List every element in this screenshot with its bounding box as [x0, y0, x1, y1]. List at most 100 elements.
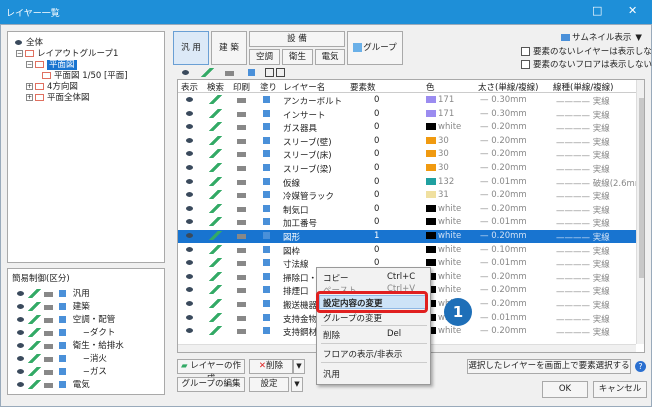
show-toggle[interactable]	[183, 108, 197, 119]
eye-icon[interactable]	[14, 328, 27, 337]
simple-item[interactable]: 汎用	[14, 287, 90, 299]
show-toggle[interactable]	[183, 190, 197, 200]
fill-icon[interactable]	[56, 328, 69, 337]
show-toggle[interactable]	[183, 258, 197, 268]
fill-toggle[interactable]	[260, 95, 274, 105]
search-toggle[interactable]	[209, 258, 223, 268]
tree-whole-plan[interactable]: + 平面全体図	[26, 91, 90, 103]
expand-all-icon[interactable]	[264, 68, 274, 77]
menu-item-floor-toggle[interactable]: フロアの表示/非表示	[323, 348, 402, 360]
print-toggle[interactable]	[235, 135, 249, 146]
search-toggle[interactable]	[209, 108, 223, 119]
table-row[interactable]: スリーブ(床) 0 30 — 0.20mm ———— 実線	[178, 148, 636, 161]
fill-toggle[interactable]	[260, 244, 274, 255]
settings-dropdown[interactable]: ▼	[291, 377, 303, 392]
menu-item-delete[interactable]: 削除 Del	[323, 329, 401, 341]
search-toggle[interactable]	[209, 95, 223, 105]
show-toggle[interactable]	[183, 231, 197, 241]
eye-icon[interactable]	[14, 302, 27, 311]
table-row[interactable]: 制気口 0 white — 0.20mm ———— 実線	[178, 203, 636, 216]
eye-icon[interactable]	[14, 380, 27, 389]
fill-icon[interactable]	[56, 315, 69, 324]
print-toggle[interactable]	[235, 326, 249, 336]
print-toggle[interactable]	[235, 95, 249, 105]
table-row[interactable]: 仮線 0 132 — 0.01mm ———— 破線(2.6mm)	[178, 176, 644, 189]
pen-icon[interactable]	[28, 367, 41, 376]
settings-button[interactable]: 設定	[249, 377, 289, 392]
col-print[interactable]: 印刷	[233, 81, 250, 93]
print-icon[interactable]	[223, 68, 237, 77]
fill-toggle[interactable]	[260, 149, 274, 159]
tab-equipment[interactable]: 設 備	[249, 31, 345, 47]
table-row[interactable]: ガス器具 0 white — 0.20mm ———— 実線	[178, 121, 636, 134]
print-toggle[interactable]	[235, 163, 249, 173]
show-toggle[interactable]	[183, 299, 197, 309]
vertical-scrollbar[interactable]	[636, 80, 644, 344]
search-toggle[interactable]	[209, 176, 223, 187]
print-icon[interactable]	[42, 315, 55, 324]
fill-toggle[interactable]	[260, 135, 274, 146]
print-toggle[interactable]	[235, 285, 249, 295]
eye-icon[interactable]	[14, 367, 27, 376]
print-toggle[interactable]	[235, 190, 249, 200]
show-toggle[interactable]	[183, 326, 197, 336]
fill-toggle[interactable]	[260, 258, 274, 268]
fill-icon[interactable]	[245, 68, 259, 77]
print-toggle[interactable]	[235, 271, 249, 282]
search-toggle[interactable]	[209, 190, 223, 200]
show-toggle[interactable]	[183, 122, 197, 132]
fill-toggle[interactable]	[260, 122, 274, 132]
menu-item-general[interactable]: 汎用	[323, 368, 340, 380]
show-toggle[interactable]	[183, 149, 197, 159]
print-icon[interactable]	[42, 354, 55, 363]
menu-item-group-change[interactable]: グループの変更	[323, 312, 382, 324]
fill-toggle[interactable]	[260, 217, 274, 227]
pen-icon[interactable]	[28, 341, 41, 350]
fill-icon[interactable]	[56, 302, 69, 311]
print-toggle[interactable]	[235, 176, 249, 187]
col-name[interactable]: レイヤー名	[283, 81, 325, 93]
col-show[interactable]: 表示	[181, 81, 198, 93]
fill-toggle[interactable]	[260, 271, 274, 282]
close-button[interactable]: ✕	[628, 4, 637, 17]
print-icon[interactable]	[42, 302, 55, 311]
pen-icon[interactable]	[28, 380, 41, 389]
print-icon[interactable]	[42, 367, 55, 376]
simple-item[interactable]: 電気	[14, 378, 90, 390]
pen-icon[interactable]	[28, 289, 41, 298]
print-toggle[interactable]	[235, 149, 249, 159]
layout-tree[interactable]: 全体 − レイアウトグループ1 − 平面図 平面図 1/50 [平面] +4方向図 …	[7, 31, 165, 263]
group-button[interactable]: グループ	[347, 31, 403, 65]
print-icon[interactable]	[42, 289, 55, 298]
pen-icon[interactable]	[28, 315, 41, 324]
checkbox-box[interactable]	[521, 60, 530, 69]
ok-button[interactable]: OK	[542, 381, 588, 398]
fill-toggle[interactable]	[260, 108, 274, 119]
table-row[interactable]: アンカーボルト 0 171 — 0.30mm ———— 実線	[178, 94, 636, 107]
col-color[interactable]: 色	[426, 81, 435, 93]
fill-icon[interactable]	[56, 341, 69, 350]
simple-item[interactable]: −ガス	[14, 365, 107, 377]
fill-toggle[interactable]	[260, 203, 274, 214]
show-toggle[interactable]	[183, 135, 197, 146]
search-toggle[interactable]	[209, 312, 223, 323]
expand-icon[interactable]: +	[26, 94, 33, 101]
search-toggle[interactable]	[209, 326, 223, 336]
minimize-button[interactable]: □	[592, 4, 602, 17]
col-fill[interactable]: 塗り	[260, 81, 277, 93]
thumbnail-toggle[interactable]: サムネイル表示 ▼	[561, 31, 642, 43]
tab-general[interactable]: 汎 用	[173, 31, 209, 65]
table-row[interactable]: インサート 0 171 — 0.30mm ———— 実線	[178, 108, 636, 121]
print-toggle[interactable]	[235, 217, 249, 227]
create-layer-button[interactable]: ▰ レイヤーの作成	[177, 359, 245, 384]
hide-empty-floors-checkbox[interactable]: 要素のないフロアは表示しない	[521, 58, 652, 70]
search-toggle[interactable]	[209, 135, 223, 146]
show-toggle[interactable]	[183, 285, 197, 295]
print-toggle[interactable]	[235, 231, 249, 241]
print-toggle[interactable]	[235, 203, 249, 214]
pen-icon[interactable]	[201, 68, 215, 77]
fill-toggle[interactable]	[260, 285, 274, 295]
search-toggle[interactable]	[209, 271, 223, 282]
show-toggle[interactable]	[183, 217, 197, 227]
select-on-screen-button[interactable]: 選択したレイヤーを画面上で要素選択する	[467, 359, 631, 374]
